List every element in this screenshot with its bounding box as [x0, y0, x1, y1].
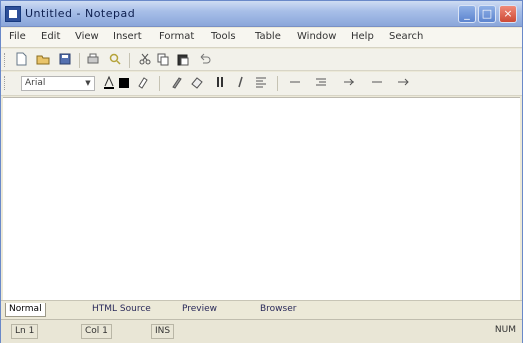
- toolbar-separator: [79, 53, 80, 68]
- bold-icon[interactable]: [213, 75, 229, 91]
- status-line: Ln 1: [11, 324, 39, 339]
- toolbar-separator: [159, 76, 160, 91]
- align-center-icon[interactable]: [287, 75, 303, 91]
- indent-icon[interactable]: [313, 75, 329, 91]
- status-bar: Ln 1 Col 1 INS NUM: [1, 319, 522, 343]
- menu-window[interactable]: Window: [297, 31, 336, 42]
- menu-file[interactable]: File: [9, 31, 26, 42]
- align-left-icon[interactable]: [253, 75, 269, 91]
- undo-icon[interactable]: [197, 52, 213, 68]
- window-title: Untitled - Notepad: [25, 7, 136, 20]
- italic-icon[interactable]: [233, 75, 249, 91]
- font-name-value: Arial: [25, 78, 46, 88]
- tab-html-source[interactable]: HTML Source: [89, 303, 154, 317]
- save-icon[interactable]: [57, 52, 73, 68]
- list-icon[interactable]: [369, 75, 385, 91]
- toolbar-grip[interactable]: [4, 76, 8, 90]
- toolbar-separator: [129, 53, 130, 68]
- new-doc-icon[interactable]: [13, 52, 29, 68]
- print-icon[interactable]: [85, 52, 101, 68]
- text-color-swatch[interactable]: [119, 78, 129, 88]
- standard-toolbar: [1, 49, 522, 71]
- editor-area[interactable]: [3, 97, 520, 300]
- maximize-button[interactable]: □: [478, 5, 496, 23]
- text-color-icon[interactable]: [101, 75, 117, 91]
- menu-bar: File Edit View Insert Format Tools Table…: [1, 28, 522, 48]
- copy-icon[interactable]: [155, 52, 171, 68]
- view-tabs: Normal HTML Source Preview Browser: [1, 300, 522, 318]
- eraser-icon[interactable]: [189, 75, 205, 91]
- status-column: Col 1: [81, 324, 112, 339]
- menu-view[interactable]: View: [75, 31, 99, 42]
- menu-table[interactable]: Table: [255, 31, 281, 42]
- toolbar-separator: [277, 76, 278, 91]
- close-button[interactable]: ×: [499, 5, 517, 23]
- status-num: NUM: [494, 325, 516, 335]
- chevron-down-icon[interactable]: ▼: [83, 78, 93, 89]
- status-mode: INS: [151, 324, 175, 339]
- paste-icon[interactable]: [175, 52, 191, 68]
- highlight-icon[interactable]: [135, 75, 151, 91]
- app-window: Untitled - Notepad _ □ × File Edit View …: [0, 0, 523, 343]
- brush-icon[interactable]: [169, 75, 185, 91]
- tab-preview[interactable]: Preview: [179, 303, 220, 317]
- open-folder-icon[interactable]: [35, 52, 51, 68]
- menu-insert[interactable]: Insert: [113, 31, 142, 42]
- outdent-icon[interactable]: [341, 75, 357, 91]
- app-icon: [5, 6, 21, 22]
- title-bar[interactable]: Untitled - Notepad _ □ ×: [1, 1, 522, 27]
- menu-help[interactable]: Help: [351, 31, 374, 42]
- cut-icon[interactable]: [137, 52, 153, 68]
- menu-format[interactable]: Format: [159, 31, 194, 42]
- menu-search[interactable]: Search: [389, 31, 423, 42]
- minimize-button[interactable]: _: [458, 5, 476, 23]
- format-toolbar: Arial ▼: [1, 72, 522, 96]
- font-name-select[interactable]: Arial ▼: [21, 76, 95, 91]
- preview-icon[interactable]: [107, 52, 123, 68]
- menu-tools[interactable]: Tools: [211, 31, 236, 42]
- tab-browser[interactable]: Browser: [257, 303, 299, 317]
- link-icon[interactable]: [395, 75, 411, 91]
- toolbar-grip[interactable]: [4, 53, 8, 67]
- tab-normal[interactable]: Normal: [5, 303, 46, 317]
- menu-edit[interactable]: Edit: [41, 31, 60, 42]
